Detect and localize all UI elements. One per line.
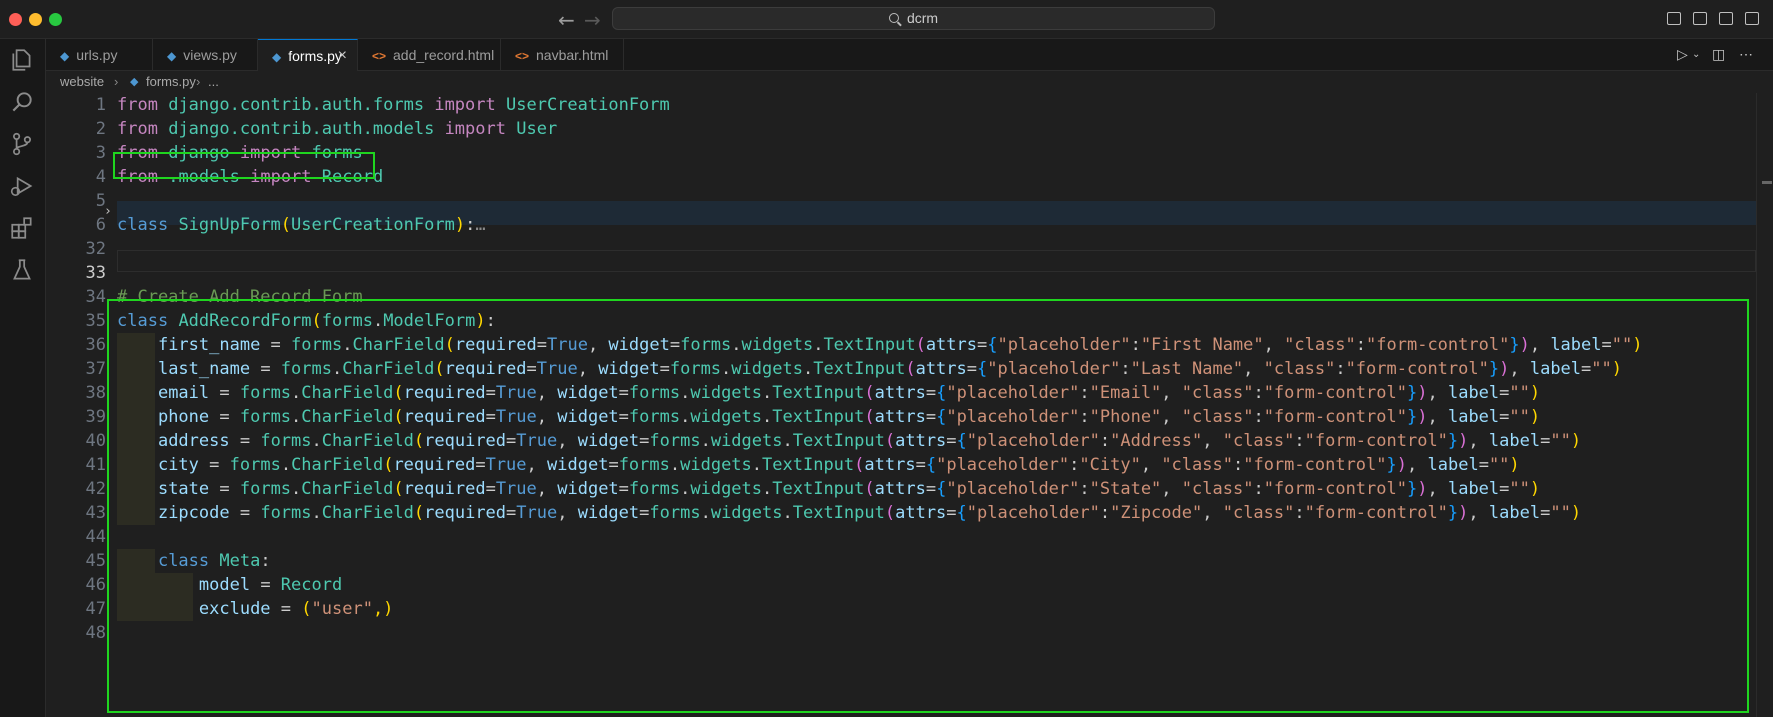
keyword: from <box>117 119 158 139</box>
close-tab-icon[interactable]: × <box>338 40 347 72</box>
class-name: SignUpForm <box>178 215 281 235</box>
line-number-gutter: 1 2 3 4 5 6 32 33 34 35 36 37 38 39 40 4… <box>46 93 106 717</box>
tab-urls-py[interactable]: ◆ urls.py <box>46 39 153 71</box>
back-arrow-icon[interactable]: ← <box>558 8 575 32</box>
code-line-1: from django.contrib.auth.forms import Us… <box>117 93 670 117</box>
keyword: class <box>117 215 169 235</box>
line-number: 33 <box>85 263 106 283</box>
highlight-box-add-record-form <box>107 299 1749 713</box>
line-number: 46 <box>85 575 106 595</box>
line-number: 48 <box>85 623 106 643</box>
split-editor-icon[interactable]: ◫ <box>1712 46 1725 63</box>
current-line-highlight <box>117 250 1756 272</box>
editor-scrollbar[interactable] <box>1756 93 1773 717</box>
chevron-right-icon: › <box>114 74 119 89</box>
window-title: dcrm <box>906 10 939 26</box>
folded-ellipsis-icon[interactable]: … <box>475 215 485 235</box>
tab-add-record-html[interactable]: <> add_record.html <box>358 39 501 71</box>
search-icon <box>888 13 899 23</box>
bracket: ( <box>280 215 292 235</box>
highlight-box-import-record <box>113 152 375 179</box>
line-number: 44 <box>85 527 106 547</box>
class-name: User <box>516 119 558 139</box>
run-and-debug-icon[interactable] <box>9 173 35 199</box>
tab-label: navbar.html <box>536 47 609 63</box>
extensions-icon[interactable] <box>9 215 35 241</box>
scrollbar-marker <box>1762 181 1772 184</box>
close-window-button[interactable] <box>9 13 22 26</box>
chevron-right-icon: › <box>196 74 201 89</box>
line-number: 40 <box>85 431 106 451</box>
forward-arrow-icon[interactable]: → <box>584 8 601 32</box>
line-number: 41 <box>85 455 106 475</box>
line-number: 42 <box>85 479 106 499</box>
tab-label: views.py <box>183 47 237 63</box>
class-name: UserCreationForm <box>291 215 455 235</box>
run-options-chevron-icon[interactable]: ⌄ <box>1692 49 1700 60</box>
line-number: 36 <box>85 335 106 355</box>
python-file-icon: ◆ <box>272 50 282 64</box>
python-file-icon: ◆ <box>167 49 177 63</box>
bracket: ) <box>454 215 466 235</box>
more-actions-icon[interactable]: ⋯ <box>1739 46 1753 63</box>
breadcrumb: website › ◆ forms.py › ... <box>46 71 1773 93</box>
line-number: 32 <box>85 239 106 259</box>
module-name: django.contrib.auth.models <box>168 119 435 139</box>
tab-views-py[interactable]: ◆ views.py <box>153 39 258 71</box>
python-file-icon: ◆ <box>130 76 139 88</box>
customize-layout-icon[interactable] <box>1745 12 1759 25</box>
line-number: 37 <box>85 359 106 379</box>
tab-navbar-html[interactable]: <> navbar.html <box>501 39 624 71</box>
keyword: import <box>434 95 496 115</box>
tab-label: add_record.html <box>393 47 495 63</box>
line-number: 5 <box>95 191 106 211</box>
html-file-icon: <> <box>515 49 530 63</box>
title-bar: ← → dcrm <box>0 0 1773 39</box>
html-file-icon: <> <box>372 49 387 63</box>
module-name: django.contrib.auth.forms <box>168 95 425 115</box>
explorer-icon[interactable] <box>9 47 35 73</box>
line-number: 3 <box>95 143 106 163</box>
line-number: 4 <box>95 167 106 187</box>
line-number: 2 <box>95 119 106 139</box>
testing-flask-icon[interactable] <box>9 257 35 283</box>
tab-forms-py[interactable]: ◆ forms.py × <box>258 39 358 71</box>
class-name: UserCreationForm <box>506 95 670 115</box>
command-center-search[interactable]: dcrm <box>612 7 1215 30</box>
keyword: import <box>444 119 506 139</box>
activity-bar <box>0 39 46 717</box>
toggle-panel-icon[interactable] <box>1693 12 1707 25</box>
colon: : <box>465 215 476 235</box>
tab-label: urls.py <box>76 47 118 63</box>
line-number: 35 <box>85 311 106 331</box>
breadcrumb-more[interactable]: ... <box>208 71 219 93</box>
toggle-secondary-sidebar-icon[interactable] <box>1719 12 1733 25</box>
line-number: 47 <box>85 599 106 619</box>
minimize-window-button[interactable] <box>29 13 42 26</box>
maximize-window-button[interactable] <box>49 13 62 26</box>
run-python-file-icon[interactable]: ▷ <box>1677 46 1688 63</box>
line-number: 6 <box>95 215 106 235</box>
source-control-icon[interactable] <box>9 131 35 157</box>
line-number: 34 <box>85 287 106 307</box>
line-number: 1 <box>95 95 106 115</box>
line-number: 43 <box>85 503 106 523</box>
line-number: 39 <box>85 407 106 427</box>
breadcrumb-folder[interactable]: website <box>60 71 104 93</box>
fold-expand-chevron-icon[interactable]: › <box>104 204 112 219</box>
toggle-primary-sidebar-icon[interactable] <box>1667 12 1681 25</box>
line-number: 45 <box>85 551 106 571</box>
code-line-6: class SignUpForm(UserCreationForm):… <box>117 213 486 237</box>
search-icon[interactable] <box>9 89 35 115</box>
tab-label: forms.py <box>288 48 342 64</box>
code-editor[interactable]: 1 2 3 4 5 6 32 33 34 35 36 37 38 39 40 4… <box>46 93 1756 717</box>
keyword: from <box>117 95 158 115</box>
line-number: 38 <box>85 383 106 403</box>
python-file-icon: ◆ <box>60 49 70 63</box>
breadcrumb-file[interactable]: forms.py <box>146 71 196 93</box>
editor-tabs: ◆ urls.py ◆ views.py ◆ forms.py × <> add_reco… <box>46 39 1773 71</box>
code-line-2: from django.contrib.auth.models import U… <box>117 117 557 141</box>
